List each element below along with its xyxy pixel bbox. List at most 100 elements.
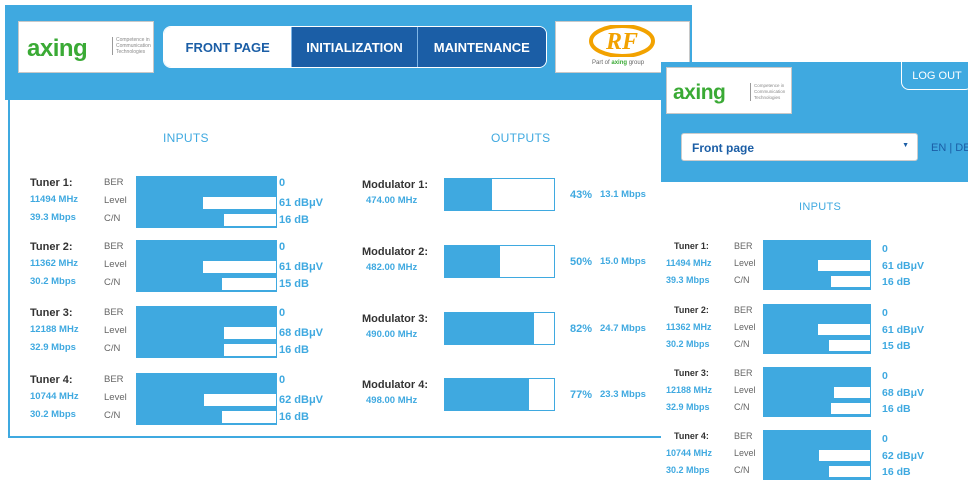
tuner-frequency: 12188 MHz [666, 385, 713, 395]
language-switch: EN | DE [931, 142, 968, 154]
tuner-row: Tuner 2: 11362 MHz 30.2 Mbps BER Level C/N 0 61… [30, 240, 340, 297]
rf-logo-icon: RF [589, 25, 655, 57]
tuner-bitrate: 39.3 Mbps [30, 212, 76, 223]
level-gap [202, 196, 277, 210]
cn-label: C/N [104, 277, 121, 288]
axing-logo-mobile[interactable]: axing Competence in Communication Techno… [666, 67, 792, 114]
modulator-percent: 77% [570, 389, 593, 401]
modulator-load-fill [445, 379, 529, 410]
tuner-name: Tuner 3: [674, 368, 709, 378]
modulator-load-bar [444, 378, 555, 411]
modulator-load-fill [445, 313, 535, 344]
tab-maintenance[interactable]: MAINTENANCE [416, 27, 546, 67]
level-gap [202, 260, 277, 274]
tuner-frequency: 11494 MHz [30, 194, 79, 205]
modulator-row: Modulator 1: 474.00 MHz 43% 13.1 Mbps [362, 178, 692, 215]
tuner-frequency: 11362 MHz [666, 322, 712, 332]
modulator-row: Modulator 4: 498.00 MHz 77% 23.3 Mbps [362, 378, 692, 415]
tuner-frequency: 10744 MHz [30, 391, 79, 402]
level-gap [833, 386, 871, 399]
lang-en-link[interactable]: EN [931, 142, 946, 154]
tab-initialization[interactable]: INITIALIZATION [291, 27, 417, 67]
tuner-row: Tuner 3: 12188 MHz 32.9 Mbps BER Level C/N 0 68… [661, 367, 961, 424]
ber-label: BER [104, 307, 124, 318]
ber-value: 0 [882, 370, 888, 382]
cn-gap [223, 343, 277, 357]
mobile-view: axing Competence in Communication Techno… [661, 62, 968, 484]
cn-label: C/N [104, 410, 121, 421]
modulator-load-fill [445, 246, 500, 277]
logo-tagline: Competence in Communication Technologies [112, 37, 154, 55]
desktop-content: INPUTS OUTPUTS Tuner 1: 11494 MHz 39.3 Mbp… [8, 100, 692, 438]
tuner-row: Tuner 1: 11494 MHz 39.3 Mbps BER Level C/N 0 61… [30, 176, 340, 233]
page-select-value: Front page [692, 141, 754, 155]
ber-label: BER [104, 374, 124, 385]
tab-front-page[interactable]: FRONT PAGE [164, 27, 292, 67]
main-nav: FRONT PAGE INITIALIZATION MAINTENANCE [163, 26, 547, 68]
tuner-meter [136, 240, 277, 292]
cn-value: 15 dB [279, 278, 309, 290]
ber-label: BER [734, 368, 753, 378]
cn-gap [830, 275, 871, 288]
logout-button[interactable]: LOG OUT [901, 62, 968, 90]
tuner-bitrate: 32.9 Mbps [666, 402, 710, 412]
cn-label: C/N [104, 213, 121, 224]
tuner-row: Tuner 1: 11494 MHz 39.3 Mbps BER Level C/N 0 61… [661, 240, 961, 297]
modulator-load-bar [444, 312, 555, 345]
mobile-header: axing Competence in Communication Techno… [661, 62, 968, 182]
modulator-bitrate: 24.7 Mbps [600, 323, 646, 334]
level-value: 62 dBμV [882, 450, 925, 462]
inputs-heading: INPUTS [163, 131, 209, 145]
level-value: 61 dBμV [279, 261, 324, 273]
ber-value: 0 [882, 433, 888, 445]
ber-label: BER [734, 241, 753, 251]
level-gap [818, 449, 871, 462]
tuner-row: Tuner 2: 11362 MHz 30.2 Mbps BER Level C/N 0 61… [661, 304, 961, 361]
cn-value: 16 dB [882, 276, 911, 288]
outputs-heading: OUTPUTS [491, 131, 551, 145]
tuner-name: Tuner 2: [674, 305, 709, 315]
level-gap [817, 259, 871, 272]
tuner-meter [763, 367, 871, 417]
logo-tagline: Competence in Communication Technologies [750, 83, 790, 101]
cn-label: C/N [734, 339, 750, 349]
level-value: 61 dBμV [279, 197, 324, 209]
level-label: Level [104, 259, 127, 270]
tuner-bitrate: 30.2 Mbps [30, 276, 76, 287]
desktop-header: axing Competence in Communication Techno… [5, 5, 692, 100]
tuner-row: Tuner 4: 10744 MHz 30.2 Mbps BER Level C/N 0 62… [661, 430, 961, 484]
tuner-name: Tuner 1: [674, 241, 709, 251]
cn-label: C/N [734, 402, 750, 412]
tuner-meter [763, 240, 871, 290]
modulator-name: Modulator 1: [362, 179, 428, 191]
modulator-percent: 82% [570, 323, 593, 335]
level-label: Level [734, 258, 756, 268]
tuner-row: Tuner 4: 10744 MHz 30.2 Mbps BER Level C/N 0 62… [30, 373, 340, 430]
tuner-name: Tuner 3: [30, 307, 73, 319]
rf-partner-line: Part of axing group [592, 60, 645, 66]
level-gap [203, 393, 277, 407]
lang-de-link[interactable]: DE [955, 142, 968, 154]
tuner-meter [136, 176, 277, 228]
axing-logo[interactable]: axing Competence in Communication Techno… [18, 21, 154, 73]
tuner-name: Tuner 4: [30, 374, 73, 386]
tuner-frequency: 10744 MHz [666, 448, 713, 458]
level-gap [817, 323, 871, 336]
level-value: 61 dBμV [882, 324, 925, 336]
tuner-bitrate: 30.2 Mbps [30, 409, 76, 420]
ber-label: BER [734, 431, 753, 441]
tuner-bitrate: 32.9 Mbps [30, 342, 76, 353]
level-value: 68 dBμV [882, 387, 925, 399]
rf-mark-text: RF [605, 29, 638, 55]
cn-gap [830, 402, 871, 415]
cn-value: 16 dB [882, 403, 911, 415]
modulator-frequency: 498.00 MHz [366, 395, 418, 406]
tuner-frequency: 11362 MHz [30, 258, 79, 269]
tuner-meter [763, 430, 871, 480]
tuner-bitrate: 39.3 Mbps [666, 275, 710, 285]
tuner-bitrate: 30.2 Mbps [666, 339, 710, 349]
page-select[interactable]: Front page ▼ [681, 133, 918, 161]
logo-wordmark: axing [27, 35, 88, 62]
cn-gap [223, 213, 277, 227]
cn-value: 16 dB [882, 466, 911, 478]
